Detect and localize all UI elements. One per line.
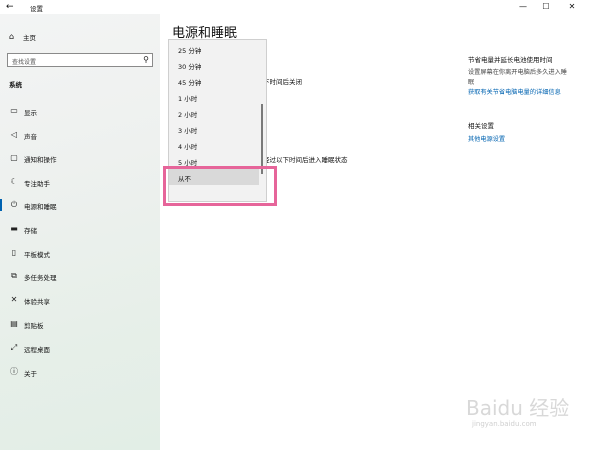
sidebar-item-clipboard[interactable]: ▤ 剪贴板 <box>0 313 160 335</box>
sidebar-item-tablet-mode[interactable]: ▯ 平板模式 <box>0 242 160 264</box>
power-saving-info-link[interactable]: 获取有关节省电脑电量的详细信息 <box>468 87 561 96</box>
watermark-url: jingyan.baidu.com <box>472 420 537 428</box>
related-settings-heading: 相关设置 <box>468 122 494 130</box>
back-arrow-icon[interactable]: ← <box>6 2 18 12</box>
additional-power-settings-link[interactable]: 其他电源设置 <box>468 134 505 143</box>
sidebar-item-display[interactable]: ▭ 显示 <box>0 100 160 122</box>
sidebar-item-label: 存储 <box>24 227 37 235</box>
monitor-icon: ▭ <box>10 106 18 115</box>
sidebar-item-label: 关于 <box>24 370 37 378</box>
sidebar-item-label: 平板模式 <box>24 251 50 259</box>
clipboard-icon: ▤ <box>10 319 18 328</box>
sidebar-item-multitasking[interactable]: ⧉ 多任务处理 <box>0 265 160 287</box>
sidebar-item-label: 远程桌面 <box>24 346 50 354</box>
home-nav-item[interactable]: ⌂ 主页 <box>9 32 36 42</box>
screen-off-text: 下时间后关闭 <box>263 78 302 86</box>
remote-desktop-icon: ⤢ <box>10 343 18 352</box>
sidebar-item-label: 通知和操作 <box>24 156 57 164</box>
sidebar-item-power-sleep[interactable]: ⏻ 电源和睡眠 <box>0 194 160 216</box>
dropdown-option[interactable]: 3 小时 <box>169 121 259 137</box>
search-icon: ⚲ <box>143 55 149 64</box>
sidebar-item-about[interactable]: ⓘ 关于 <box>0 361 160 383</box>
sidebar: ⌂ 主页 查找设置 ⚲ 系统 ▭ 显示 ◁ 声音 ▢ 通知和操作 ☾ 专注助手 … <box>0 14 160 450</box>
sidebar-item-focus-assist[interactable]: ☾ 专注助手 <box>0 171 160 193</box>
power-icon: ⏻ <box>10 200 18 209</box>
save-power-desc-line1: 设置屏幕在你离开电脑后多久进入睡 <box>468 69 567 76</box>
minimize-button[interactable]: — <box>518 2 528 12</box>
tablet-icon: ▯ <box>11 248 17 257</box>
notification-icon: ▢ <box>10 153 18 162</box>
sidebar-item-label: 显示 <box>24 109 37 117</box>
highlight-box <box>163 166 277 206</box>
save-power-desc-line2: 眠 <box>468 79 475 86</box>
sidebar-item-storage[interactable]: ▬ 存储 <box>0 218 160 240</box>
section-label-system: 系统 <box>9 81 22 89</box>
sidebar-item-label: 体验共享 <box>24 298 50 306</box>
sidebar-item-sound[interactable]: ◁ 声音 <box>0 124 160 146</box>
sidebar-item-label: 多任务处理 <box>24 274 57 282</box>
save-power-heading: 节省电量并延长电池使用时间 <box>468 56 553 64</box>
maximize-button[interactable]: ☐ <box>541 2 551 12</box>
moon-icon: ☾ <box>10 177 18 186</box>
close-button[interactable]: ✕ <box>567 2 577 12</box>
sidebar-item-label: 声音 <box>24 133 37 141</box>
title-bar: ← 设置 — ☐ ✕ <box>0 0 600 14</box>
search-input[interactable]: 查找设置 ⚲ <box>7 53 153 67</box>
sidebar-item-label: 电源和睡眠 <box>24 203 57 211</box>
multitask-icon: ⧉ <box>11 271 17 280</box>
sidebar-item-remote-desktop[interactable]: ⤢ 远程桌面 <box>0 337 160 359</box>
storage-icon: ▬ <box>10 224 18 233</box>
dropdown-option[interactable]: 30 分钟 <box>169 57 259 73</box>
dropdown-option[interactable]: 1 小时 <box>169 89 259 105</box>
sidebar-item-label: 专注助手 <box>24 180 50 188</box>
settings-window: ← 设置 — ☐ ✕ ⌂ 主页 查找设置 ⚲ 系统 ▭ 显示 ◁ 声音 ▢ 通知… <box>0 0 600 450</box>
info-icon: ⓘ <box>10 367 18 376</box>
watermark-logo: Baidu 经验 <box>466 396 570 420</box>
dropdown-option[interactable]: 45 分钟 <box>169 73 259 89</box>
dropdown-option[interactable]: 4 小时 <box>169 137 259 153</box>
home-icon: ⌂ <box>9 32 15 41</box>
sleep-text: 经过以下时间后进入睡眠状态 <box>263 156 348 164</box>
share-icon: ✕ <box>10 295 18 304</box>
sidebar-item-label: 剪贴板 <box>24 322 44 330</box>
dropdown-option[interactable]: 25 分钟 <box>169 41 259 57</box>
speaker-icon: ◁ <box>10 130 18 139</box>
search-placeholder: 查找设置 <box>12 59 37 66</box>
sidebar-item-notifications[interactable]: ▢ 通知和操作 <box>0 147 160 169</box>
sidebar-item-shared-experiences[interactable]: ✕ 体验共享 <box>0 289 160 311</box>
window-title: 设置 <box>30 5 43 13</box>
dropdown-scrollbar[interactable] <box>261 104 263 174</box>
home-label: 主页 <box>23 34 36 42</box>
dropdown-option[interactable]: 2 小时 <box>169 105 259 121</box>
